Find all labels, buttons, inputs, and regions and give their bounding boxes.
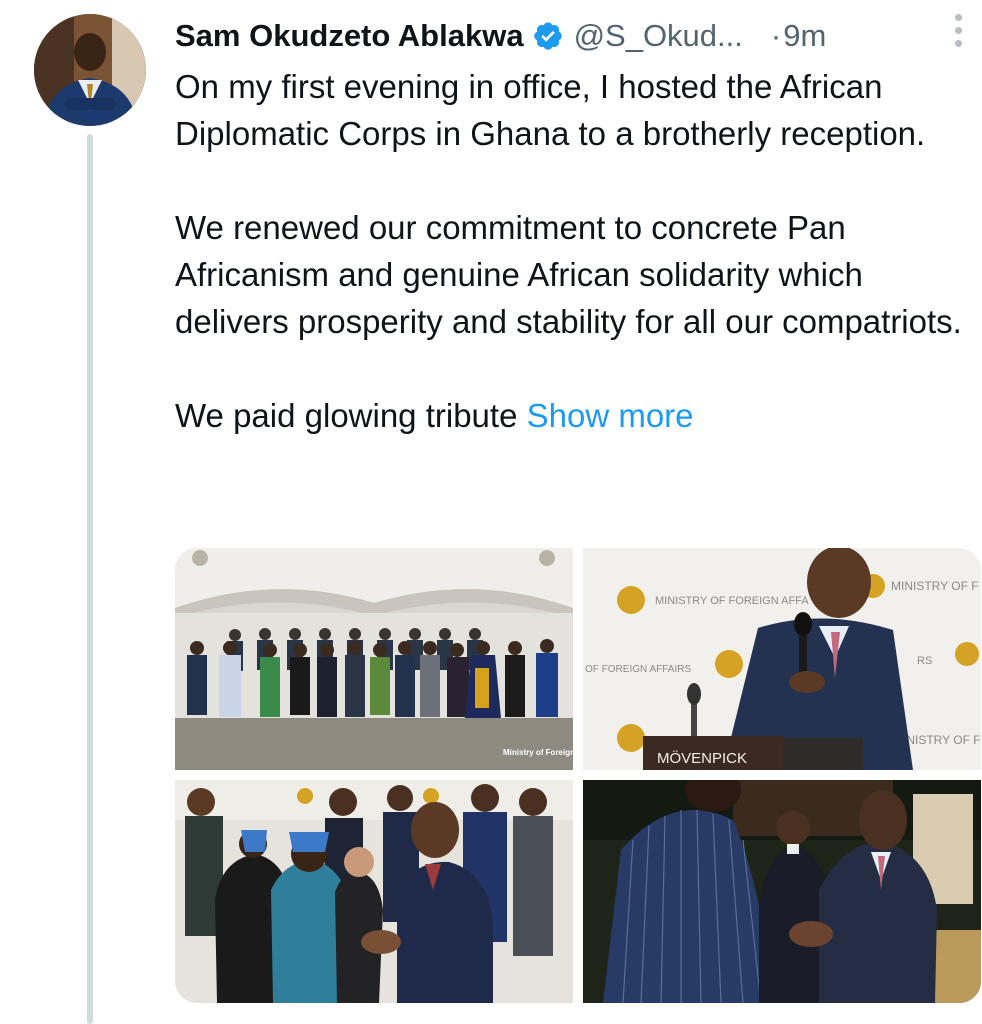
author-name[interactable]: Sam Okudzeto Ablakwa: [175, 18, 524, 54]
media-photo-1[interactable]: Ministry of Foreign Affairs: [175, 548, 573, 770]
backdrop-text: INISTRY OF F: [903, 733, 981, 747]
podium-brand-text: MÖVENPICK: [657, 749, 747, 767]
show-more-link[interactable]: Show more: [527, 397, 694, 434]
backdrop-text: MINISTRY OF F: [891, 579, 979, 593]
tweet-paragraph: On my first evening in office, I hosted …: [175, 68, 926, 152]
tweet-last-line: We paid glowing tribute: [175, 397, 518, 434]
separator-dot: ·: [770, 18, 782, 53]
backdrop-text: MINISTRY OF FOREIGN AFFA: [655, 595, 809, 607]
tweet-header: Sam Okudzeto Ablakwa @S_Okud... · 9m: [175, 14, 975, 58]
more-options-icon[interactable]: [946, 6, 970, 54]
tweet-text: On my first evening in office, I hosted …: [175, 63, 975, 439]
media-grid: Ministry of Foreign Affairs MINISTRY OF …: [175, 548, 981, 1003]
tweet-timestamp[interactable]: 9m: [783, 18, 826, 54]
photo1-watermark: Ministry of Foreign Affairs: [503, 748, 573, 757]
media-photo-2[interactable]: MINISTRY OF FOREIGN AFFA MINISTRY OF F O…: [583, 548, 981, 770]
author-avatar[interactable]: [34, 14, 146, 126]
media-photo-4[interactable]: [583, 780, 981, 1003]
backdrop-text: OF FOREIGN AFFAIRS: [585, 664, 691, 675]
tweet-truncated-line: We paid glowing tribute Show more: [175, 392, 975, 439]
tweet-paragraph: We renewed our commitment to concrete Pa…: [175, 209, 962, 340]
author-handle[interactable]: @S_Okud...: [574, 18, 743, 54]
media-photo-3[interactable]: [175, 780, 573, 1003]
backdrop-text: RS: [917, 655, 932, 667]
verified-badge-icon: [532, 20, 564, 52]
thread-connector-line: [87, 134, 93, 1024]
